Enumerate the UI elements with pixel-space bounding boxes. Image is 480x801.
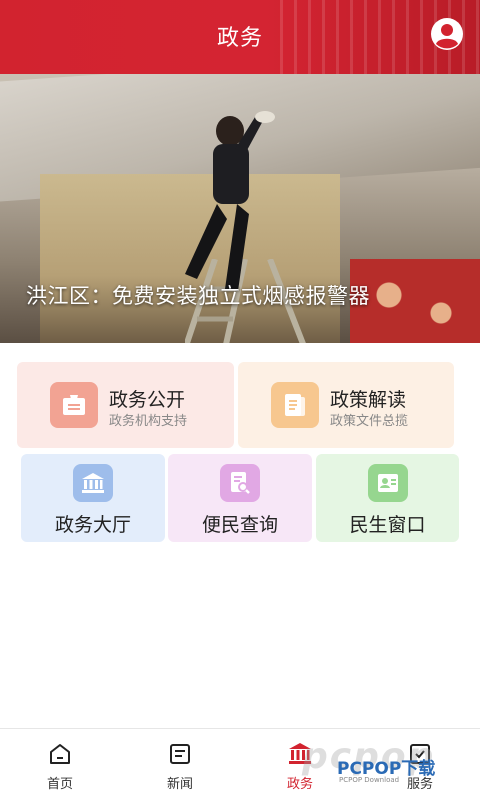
livelihood-window-card[interactable]: 民生窗口: [316, 454, 459, 542]
tab-label: 首页: [46, 777, 73, 792]
id-card-icon: [368, 464, 408, 502]
card-title: 政策解读: [330, 389, 407, 411]
service-icon: [410, 744, 430, 764]
card-title: 便民查询: [201, 514, 278, 536]
gov-open-card[interactable]: 政务公开 政务机构支持: [17, 362, 234, 448]
page-title: 政务: [216, 26, 263, 51]
user-icon[interactable]: [430, 17, 464, 51]
card-subtitle: 政策文件总揽: [330, 414, 409, 429]
card-title: 政务公开: [109, 389, 186, 411]
banner-caption[interactable]: 洪江区：免费安装独立式烟感报警器: [26, 280, 370, 310]
tab-home[interactable]: 首页: [0, 729, 120, 801]
tab-government[interactable]: 政务: [240, 729, 360, 801]
news-icon: [170, 744, 190, 764]
card-title: 政务大厅: [54, 514, 131, 536]
gov-hall-card[interactable]: 政务大厅: [21, 454, 165, 542]
card-title: 民生窗口: [349, 514, 426, 536]
bottom-tab-bar: 首页 新闻 政务 服务: [0, 728, 480, 801]
tab-label: 政务: [286, 777, 313, 792]
banner-carousel[interactable]: 洪江区：免费安装独立式烟感报警器: [0, 74, 480, 343]
government-building-icon: [73, 464, 113, 502]
search-document-icon: [220, 464, 260, 502]
tab-label: 服务: [406, 777, 433, 792]
tab-label: 新闻: [166, 777, 193, 792]
home-icon: [50, 744, 70, 764]
top-header: 政务: [0, 0, 480, 74]
convenience-query-card[interactable]: 便民查询: [168, 454, 312, 542]
tab-news[interactable]: 新闻: [120, 729, 240, 801]
government-icon: [289, 743, 311, 764]
notice-icon: [50, 382, 98, 428]
policy-interpretation-card[interactable]: 政策解读 政策文件总揽: [238, 362, 454, 448]
document-icon: [271, 382, 319, 428]
card-subtitle: 政务机构支持: [109, 414, 188, 429]
tab-service[interactable]: 服务: [360, 729, 480, 801]
